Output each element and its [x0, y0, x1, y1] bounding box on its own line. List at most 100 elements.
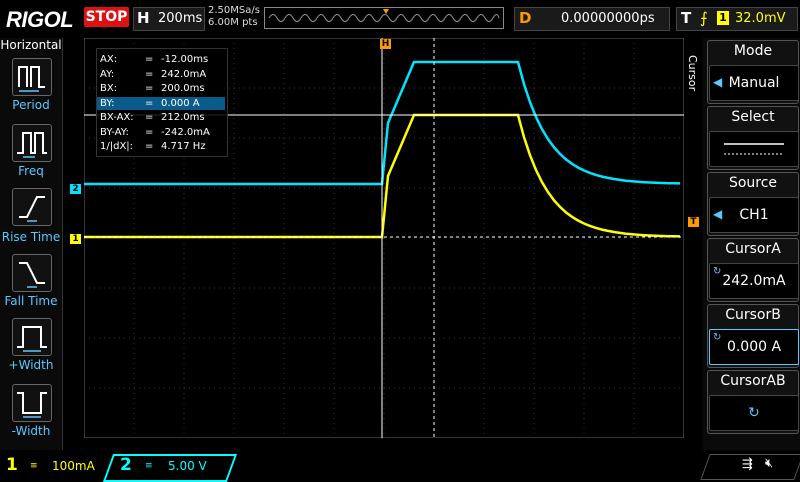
measurement-value: 242.0mA — [161, 68, 207, 80]
select-title: Select — [731, 109, 775, 125]
measurement-equals: = — [145, 83, 154, 94]
mode-title: Mode — [733, 43, 773, 59]
measurement-value: -12.00ms — [161, 54, 209, 65]
rise-time-icon — [19, 196, 45, 222]
fall-time-icon — [19, 262, 45, 288]
measurement-value: -242.0mA — [161, 126, 210, 138]
measurement-value: 200.0ms — [161, 83, 205, 94]
ch2-number: 2 — [120, 455, 132, 475]
measurement-row: BX: = 200.0ms — [97, 82, 225, 95]
delay-readout[interactable]: D 0.00000000ps — [514, 7, 670, 31]
run-stop-status[interactable]: STOP — [84, 7, 129, 27]
neg-width-label: -Width — [11, 424, 51, 438]
horizontal-letter: H — [137, 9, 150, 27]
period-icon — [18, 66, 45, 92]
cursor-ab-value-box: ↻ — [709, 395, 799, 431]
select-button[interactable]: Select — [707, 106, 799, 170]
source-value-box: ◀ CH1 — [709, 197, 799, 233]
source-button[interactable]: Source ◀ CH1 — [707, 172, 799, 236]
pos-width-button[interactable] — [12, 318, 52, 356]
horizontal-menu: Horizontal Period Freq Rise Time Fall Ti… — [0, 38, 63, 450]
delay-value: 0.00000000ps — [561, 11, 655, 26]
cursor-a-title: CursorA — [725, 241, 781, 257]
cursor-ab-title: CursorAB — [720, 373, 786, 389]
measurement-equals: = — [145, 126, 154, 138]
speaker-muted-icon[interactable]: 🔇︎ — [765, 456, 773, 471]
ch2-offset-marker[interactable]: 2 — [70, 184, 81, 194]
ch2-scale: 5.00 V — [168, 459, 207, 473]
measurement-value: 4.717 Hz — [161, 141, 206, 152]
trigger-readout[interactable]: T ⨍ 1 32.0mV — [676, 7, 798, 31]
horizontal-menu-title: Horizontal — [0, 38, 62, 52]
cursor-b-button[interactable]: CursorB ↻ 0.000 A — [707, 304, 799, 368]
mode-value-box: ◀ Manual — [709, 65, 799, 101]
measurement-row: AY: = 242.0mA — [97, 68, 225, 81]
trigger-level: 32.0mV — [735, 11, 786, 26]
cursor-a-value-box: ↻ 242.0mA — [709, 263, 799, 299]
pos-width-label: +Width — [8, 358, 54, 372]
measurement-equals: = — [145, 141, 154, 152]
rise-time-button[interactable] — [12, 188, 52, 226]
trigger-source-badge: 1 — [717, 11, 729, 25]
measurement-row: BY-AY: = -242.0mA — [97, 126, 225, 139]
neg-width-icon — [17, 392, 47, 418]
measurement-equals: = — [145, 54, 154, 65]
ch1-offset-marker[interactable]: 1 — [70, 234, 81, 244]
cursor-a-value: 242.0mA — [722, 273, 786, 289]
measurement-row: BX-AX: = 212.0ms — [97, 111, 225, 124]
freq-button[interactable] — [12, 124, 52, 162]
measurement-key: 1/|dX|: — [100, 141, 134, 152]
cursor-b-title: CursorB — [725, 307, 781, 323]
rising-edge-icon: ⨍ — [700, 9, 708, 27]
neg-width-button[interactable] — [12, 384, 52, 422]
pos-width-icon — [17, 326, 47, 352]
measurement-key: BY: — [100, 97, 115, 109]
horizontal-timebase[interactable]: H 200ms — [133, 7, 205, 31]
fall-time-button[interactable] — [12, 254, 52, 292]
sample-rate: 2.50MSa/s — [208, 5, 260, 16]
cursor-a-button[interactable]: CursorA ↻ 242.0mA — [707, 238, 799, 302]
trigger-level-marker[interactable]: T — [688, 217, 699, 227]
ch2-coupling-icon: ≡ — [145, 461, 153, 471]
measurement-row: BY: = 0.000 A — [97, 96, 225, 110]
select-value-box — [709, 131, 799, 167]
cursor-lines-icon — [724, 143, 784, 155]
measurement-key: BX-AX: — [100, 112, 134, 123]
rotate-knob-icon: ↻ — [748, 405, 760, 421]
memory-overview — [264, 7, 504, 29]
freq-label: Freq — [18, 164, 44, 178]
measurement-value: 212.0ms — [161, 112, 205, 123]
measurement-value: 0.000 A — [161, 97, 200, 109]
measurement-key: BX: — [100, 83, 118, 94]
fall-time-label: Fall Time — [4, 294, 58, 308]
trigger-letter: T — [681, 9, 692, 27]
ch1-number: 1 — [6, 455, 18, 475]
brand-logo: RIGOL — [6, 7, 74, 32]
period-label: Period — [12, 98, 50, 112]
cursor-ab-button[interactable]: CursorAB ↻ — [707, 370, 799, 434]
mode-value: Manual — [728, 75, 780, 91]
ch1-coupling-icon: ≡ — [30, 461, 38, 471]
measurement-equals: = — [145, 68, 154, 80]
delay-letter: D — [519, 9, 532, 27]
mode-button[interactable]: Mode ◀ Manual — [707, 40, 799, 104]
trigger-position-marker[interactable]: H — [380, 39, 391, 49]
measurement-row: 1/|dX|: = 4.717 Hz — [97, 140, 225, 153]
memory-depth: 6.00M pts — [208, 17, 258, 28]
cursor-menu-label: Cursor — [686, 55, 699, 92]
measurement-key: AY: — [100, 68, 115, 80]
freq-icon — [17, 132, 47, 158]
measurement-equals: = — [145, 112, 154, 123]
cursor-b-value: 0.000 A — [726, 339, 782, 355]
measurement-key: BY-AY: — [100, 126, 129, 138]
memory-waveform-icon — [268, 9, 500, 22]
source-title: Source — [728, 175, 778, 191]
source-value: CH1 — [739, 207, 769, 223]
measurement-equals: = — [145, 97, 154, 109]
timebase-value: 200ms — [158, 11, 203, 26]
usb-icon: ⇶ — [742, 457, 753, 472]
measurement-key: AX: — [100, 54, 118, 65]
period-button[interactable] — [12, 58, 52, 96]
cursor-b-value-box: ↻ 0.000 A — [709, 329, 799, 365]
measurement-row: AX: = -12.00ms — [97, 53, 225, 66]
